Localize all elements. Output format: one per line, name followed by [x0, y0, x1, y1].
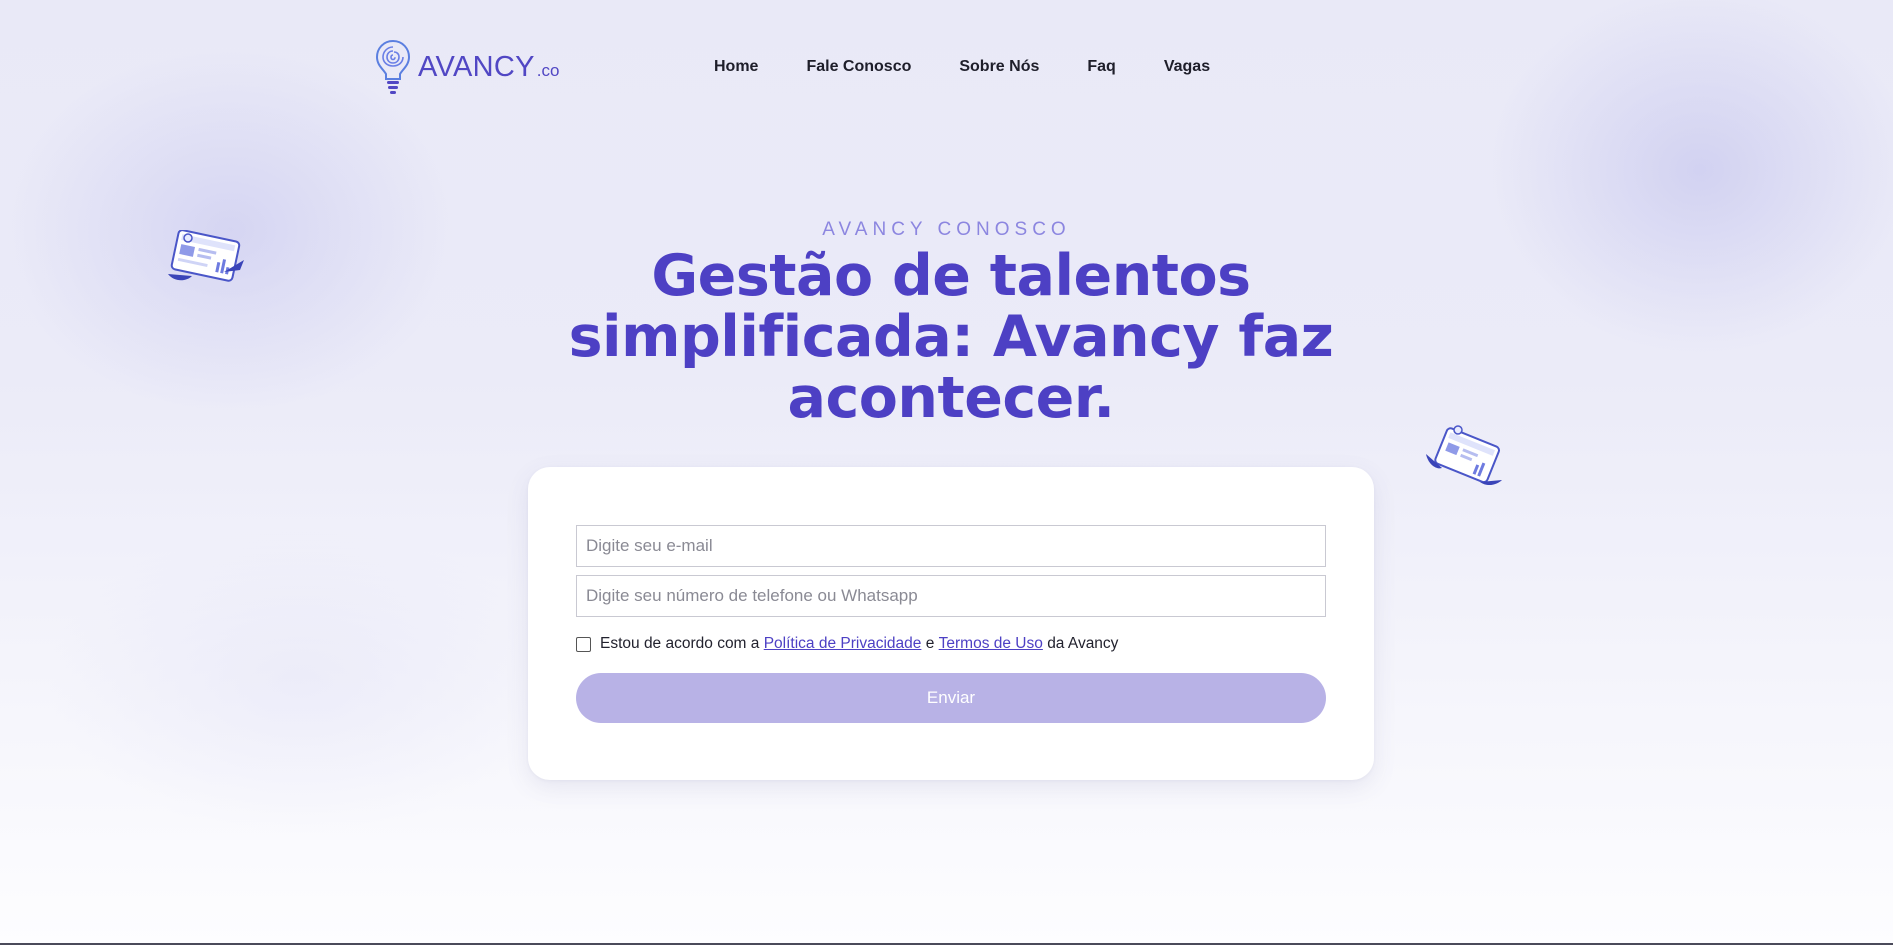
phone-field[interactable] [576, 575, 1326, 617]
contact-form-card: Estou de acordo com a Política de Privac… [528, 467, 1374, 780]
nav-fale-conosco[interactable]: Fale Conosco [806, 56, 911, 78]
consent-prefix-text: Estou de acordo com a [600, 635, 760, 652]
lightbulb-logo-icon [375, 39, 411, 94]
nav-faq[interactable]: Faq [1087, 56, 1115, 78]
nav-sobre-nos[interactable]: Sobre Nós [959, 56, 1039, 78]
logo-brand-text: AVANCY [418, 50, 535, 83]
dashboard-illustration-icon [1426, 425, 1502, 486]
hero-eyebrow: AVANCY CONOSCO [822, 219, 1071, 240]
nav-vagas[interactable]: Vagas [1164, 56, 1210, 78]
consent-conjunction-text: e [925, 635, 935, 652]
hero-title: Gestão de talentos simplificada: Avancy … [568, 243, 1334, 431]
terms-of-use-link[interactable]: Termos de Uso [939, 635, 1043, 653]
nav-home[interactable]: Home [714, 56, 758, 78]
privacy-policy-link[interactable]: Política de Privacidade [764, 635, 922, 653]
logo-suffix-text: .co [536, 61, 560, 80]
main-nav: Home Fale Conosco Sobre Nós Faq Vagas [714, 56, 1258, 78]
email-field[interactable] [576, 525, 1326, 567]
logo-link[interactable]: AVANCY .co [374, 38, 559, 96]
submit-button[interactable]: Enviar [576, 673, 1326, 723]
consent-checkbox[interactable] [576, 636, 591, 652]
consent-suffix-text: da Avancy [1047, 635, 1119, 652]
consent-row: Estou de acordo com a Política de Privac… [576, 635, 1118, 653]
